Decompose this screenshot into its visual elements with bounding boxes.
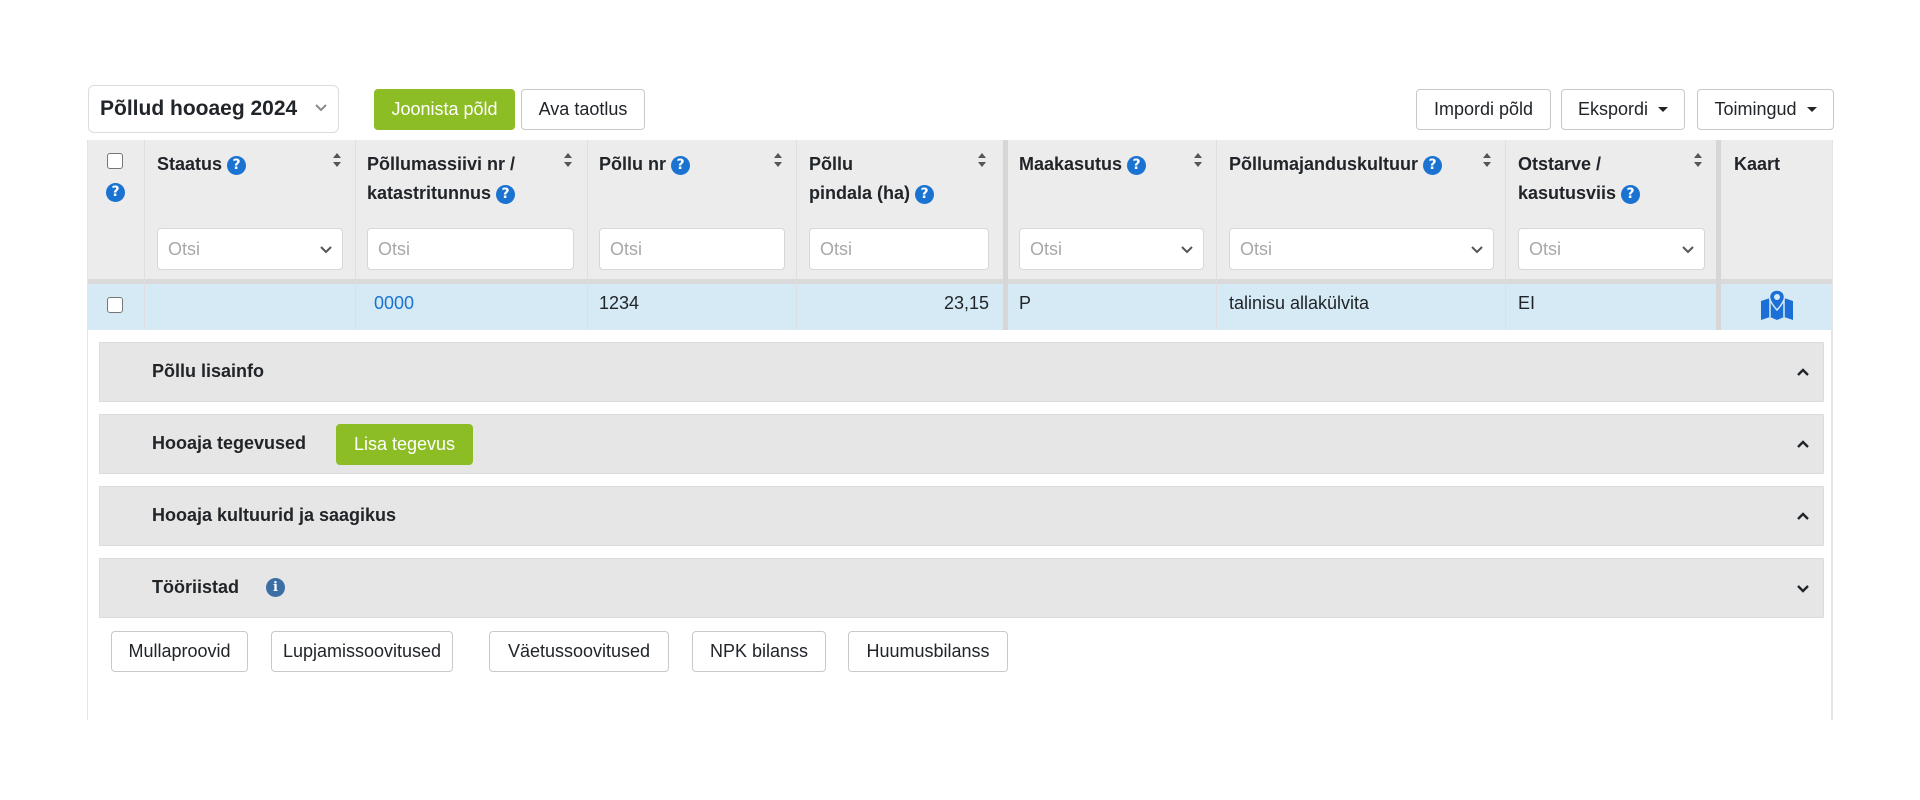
field-nr-filter-input[interactable]: Otsi bbox=[599, 228, 785, 270]
column-header-status[interactable]: Staatus ? bbox=[157, 150, 247, 179]
export-dropdown[interactable]: Ekspordi bbox=[1561, 89, 1685, 130]
crop-filter-select[interactable]: Otsi bbox=[1229, 228, 1494, 270]
season-select[interactable]: Põllud hooaeg 2024 bbox=[88, 85, 339, 133]
panel-title: Põllu lisainfo bbox=[152, 361, 265, 381]
help-icon[interactable]: ? bbox=[496, 185, 516, 204]
column-divider bbox=[355, 140, 356, 330]
cell-area: 23,15 bbox=[943, 293, 989, 313]
actions-dropdown[interactable]: Toimingud bbox=[1697, 89, 1834, 130]
area-filter-input[interactable]: Otsi bbox=[809, 228, 989, 270]
tool-soil-samples-button[interactable]: Mullaproovid bbox=[111, 631, 248, 672]
panel-title: Hooaja tegevused bbox=[152, 433, 307, 453]
season-select-label: Põllud hooaeg 2024 bbox=[100, 97, 298, 120]
chevron-down-icon[interactable] bbox=[1796, 581, 1810, 595]
column-header-map: Kaart bbox=[1734, 154, 1781, 174]
help-icon[interactable]: ? bbox=[227, 156, 247, 175]
tool-fertilizer-recommendations-button[interactable]: Väetussoovitused bbox=[489, 631, 669, 672]
sort-icon[interactable] bbox=[563, 152, 573, 168]
status-filter-select[interactable]: Otsi bbox=[157, 228, 343, 270]
panel-season-activities[interactable]: Hooaja tegevused Lisa tegevus bbox=[99, 414, 1824, 474]
sort-icon[interactable] bbox=[1193, 152, 1203, 168]
help-icon[interactable]: ? bbox=[671, 156, 691, 175]
column-divider bbox=[587, 140, 588, 330]
tool-humus-balance-button[interactable]: Huumusbilanss bbox=[848, 631, 1008, 672]
help-icon[interactable]: ? bbox=[106, 183, 125, 202]
import-field-button[interactable]: Impordi põld bbox=[1416, 89, 1551, 130]
panel-tools[interactable]: Tööriistad i bbox=[99, 558, 1824, 618]
chevron-down-icon bbox=[1471, 246, 1483, 254]
cell-block-nr-link[interactable]: 0000 bbox=[374, 293, 414, 314]
help-icon[interactable]: ? bbox=[1621, 185, 1641, 204]
chevron-down-icon bbox=[315, 104, 327, 112]
select-all-checkbox[interactable] bbox=[107, 153, 123, 169]
row-checkbox[interactable] bbox=[107, 297, 123, 313]
cell-land-use: P bbox=[1019, 293, 1032, 313]
column-header-block-nr[interactable]: Põllumassiivi nr / katastritunnus ? bbox=[367, 150, 515, 208]
column-header-area[interactable]: Põllu pindala (ha) ? bbox=[809, 150, 935, 208]
export-label: Ekspordi bbox=[1577, 99, 1649, 119]
help-icon[interactable]: ? bbox=[1423, 156, 1443, 175]
help-icon[interactable]: ? bbox=[915, 185, 935, 204]
map-marker-icon[interactable] bbox=[1760, 289, 1794, 321]
panel-title: Hooaja kultuurid ja saagikus bbox=[152, 505, 397, 525]
column-header-crop[interactable]: Põllumajanduskultuur ? bbox=[1229, 150, 1443, 179]
chevron-up-icon[interactable] bbox=[1796, 509, 1810, 523]
sort-icon[interactable] bbox=[332, 152, 342, 168]
column-header-field-nr[interactable]: Põllu nr ? bbox=[599, 150, 691, 179]
block-nr-filter-input[interactable]: Otsi bbox=[367, 228, 574, 270]
sort-icon[interactable] bbox=[773, 152, 783, 168]
column-header-land-use[interactable]: Maakasutus ? bbox=[1019, 150, 1147, 179]
sort-icon[interactable] bbox=[977, 152, 987, 168]
sort-icon[interactable] bbox=[1482, 152, 1492, 168]
panel-title: Tööriistad bbox=[152, 577, 240, 597]
sort-icon[interactable] bbox=[1693, 152, 1703, 168]
open-application-button[interactable]: Ava taotlus bbox=[521, 89, 645, 130]
panel-field-extra-info[interactable]: Põllu lisainfo bbox=[99, 342, 1824, 402]
frozen-column-divider bbox=[1003, 140, 1008, 330]
tool-liming-recommendations-button[interactable]: Lupjamissoovitused bbox=[271, 631, 453, 672]
actions-label: Toimingud bbox=[1714, 99, 1797, 119]
chevron-down-icon bbox=[1181, 246, 1193, 254]
frozen-column-divider bbox=[1716, 140, 1721, 330]
add-activity-button[interactable]: Lisa tegevus bbox=[336, 424, 473, 465]
tool-npk-balance-button[interactable]: NPK bilanss bbox=[692, 631, 826, 672]
column-divider bbox=[796, 140, 797, 330]
draw-field-button[interactable]: Joonista põld bbox=[374, 89, 515, 130]
caret-down-icon bbox=[1658, 107, 1669, 112]
chevron-up-icon[interactable] bbox=[1796, 437, 1810, 451]
column-divider bbox=[1505, 140, 1506, 330]
purpose-filter-select[interactable]: Otsi bbox=[1518, 228, 1705, 270]
land-use-filter-select[interactable]: Otsi bbox=[1019, 228, 1204, 270]
panel-season-crops-yield[interactable]: Hooaja kultuurid ja saagikus bbox=[99, 486, 1824, 546]
cell-crop: talinisu allakülvita bbox=[1229, 293, 1370, 313]
cell-field-nr: 1234 bbox=[599, 293, 640, 313]
caret-down-icon bbox=[1806, 107, 1817, 112]
chevron-up-icon[interactable] bbox=[1796, 365, 1810, 379]
info-icon[interactable]: i bbox=[266, 578, 285, 597]
chevron-down-icon bbox=[320, 246, 332, 254]
help-icon[interactable]: ? bbox=[1127, 156, 1147, 175]
chevron-down-icon bbox=[1682, 246, 1694, 254]
column-divider bbox=[144, 140, 145, 330]
column-divider bbox=[1216, 140, 1217, 330]
cell-purpose: EI bbox=[1518, 293, 1536, 313]
column-header-purpose[interactable]: Otstarve / kasutusviis ? bbox=[1518, 150, 1641, 208]
